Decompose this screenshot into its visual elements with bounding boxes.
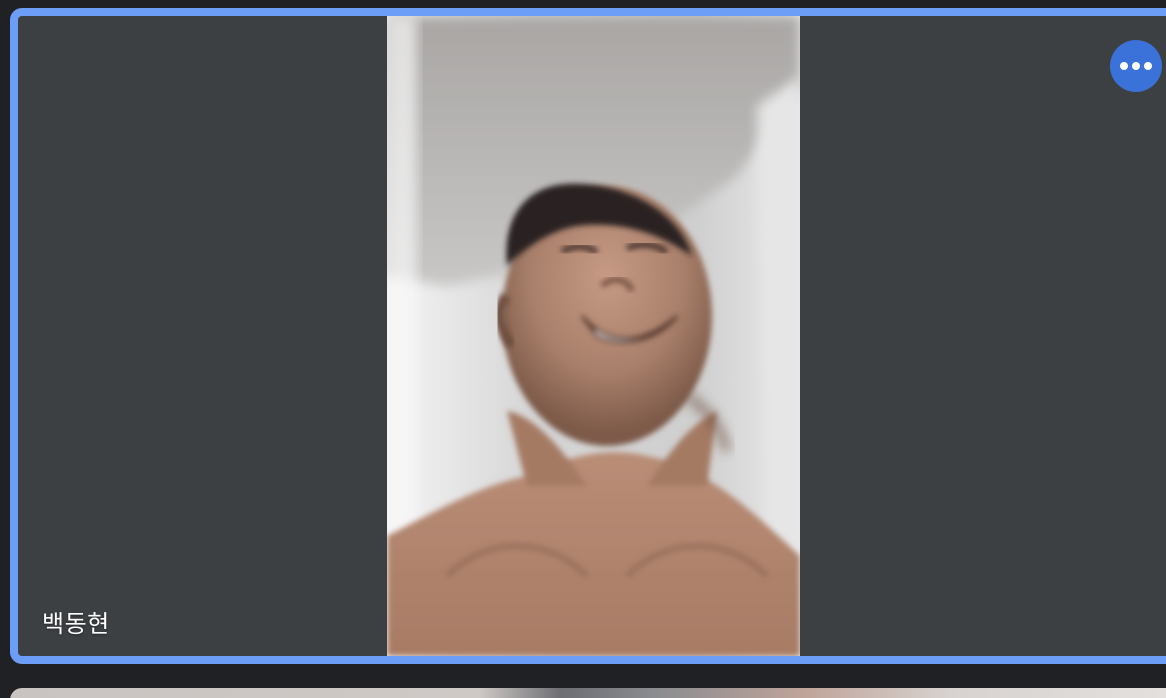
- participant-tile-next[interactable]: [10, 688, 1166, 698]
- participant-tile-active-speaker[interactable]: 백동현: [10, 8, 1166, 664]
- meeting-stage: 백동현: [0, 0, 1166, 698]
- more-options-button[interactable]: [1110, 40, 1162, 92]
- dot-3: [1144, 62, 1152, 70]
- more-options-icon: [1120, 62, 1152, 70]
- dot-2: [1132, 62, 1140, 70]
- dot-1: [1120, 62, 1128, 70]
- participant-name: 백동현: [42, 610, 110, 638]
- participant-video: [387, 16, 800, 656]
